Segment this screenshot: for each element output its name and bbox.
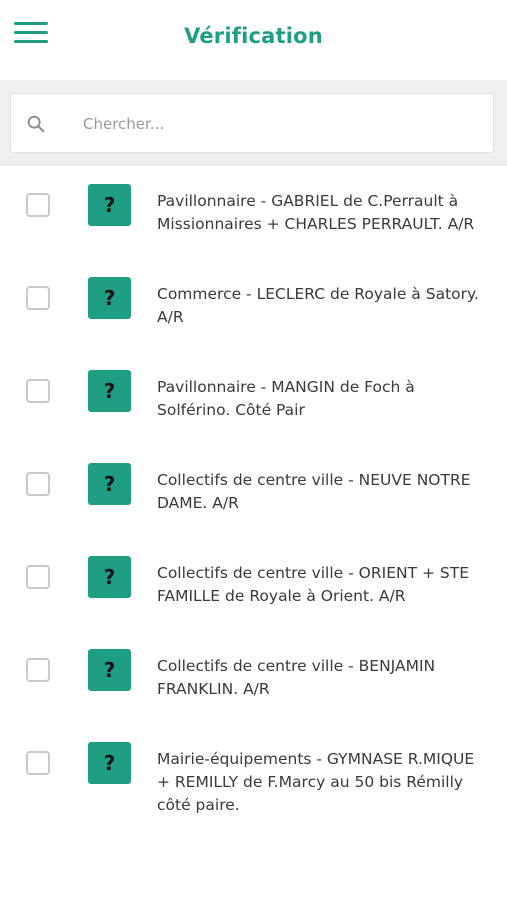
item-checkbox[interactable] — [26, 379, 50, 403]
list-item: ? Pavillonnaire - GABRIEL de C.Perrault … — [0, 166, 507, 259]
status-badge[interactable]: ? — [88, 649, 131, 691]
item-label[interactable]: Collectifs de centre ville - NEUVE NOTRE… — [157, 469, 492, 515]
status-badge[interactable]: ? — [88, 277, 131, 319]
status-badge[interactable]: ? — [88, 370, 131, 412]
status-badge[interactable]: ? — [88, 463, 131, 505]
list-item: ? Collectifs de centre ville - ORIENT + … — [0, 538, 507, 631]
verification-list: ? Pavillonnaire - GABRIEL de C.Perrault … — [0, 166, 507, 817]
list-item: ? Collectifs de centre ville - BENJAMIN … — [0, 631, 507, 724]
search-box[interactable] — [10, 93, 494, 153]
item-label[interactable]: Pavillonnaire - MANGIN de Foch à Solféri… — [157, 376, 492, 422]
list-item: ? Commerce - LECLERC de Royale à Satory.… — [0, 259, 507, 352]
item-checkbox[interactable] — [26, 286, 50, 310]
status-badge[interactable]: ? — [88, 184, 131, 226]
list-item: ? Collectifs de centre ville - NEUVE NOT… — [0, 445, 507, 538]
item-checkbox[interactable] — [26, 658, 50, 682]
list-item: ? Pavillonnaire - MANGIN de Foch à Solfé… — [0, 352, 507, 445]
search-area — [0, 82, 507, 166]
item-label[interactable]: Collectifs de centre ville - ORIENT + ST… — [157, 562, 492, 608]
status-badge[interactable]: ? — [88, 556, 131, 598]
item-checkbox[interactable] — [26, 751, 50, 775]
status-badge[interactable]: ? — [88, 742, 131, 784]
search-icon — [27, 115, 45, 133]
list-item: ? Mairie-équipements - GYMNASE R.MIQUE +… — [0, 724, 507, 817]
search-input[interactable] — [83, 112, 483, 136]
item-label[interactable]: Mairie-équipements - GYMNASE R.MIQUE + R… — [157, 748, 492, 817]
item-label[interactable]: Pavillonnaire - GABRIEL de C.Perrault à … — [157, 190, 492, 236]
item-label[interactable]: Collectifs de centre ville - BENJAMIN FR… — [157, 655, 492, 701]
item-label[interactable]: Commerce - LECLERC de Royale à Satory. A… — [157, 283, 492, 329]
page-title: Vérification — [184, 24, 323, 48]
item-checkbox[interactable] — [26, 193, 50, 217]
item-checkbox[interactable] — [26, 472, 50, 496]
item-checkbox[interactable] — [26, 565, 50, 589]
app-bar: Vérification — [0, 0, 507, 82]
